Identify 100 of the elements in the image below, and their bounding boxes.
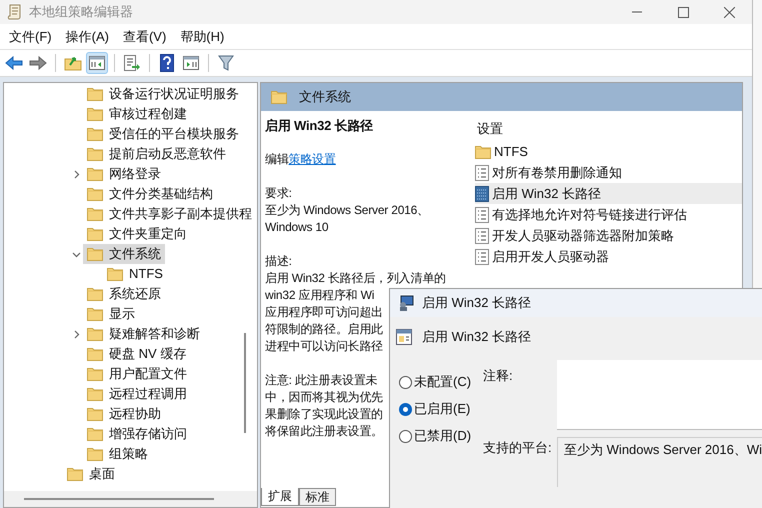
folder-icon	[87, 447, 103, 461]
description-text: 进程中可以访问长路径	[265, 338, 384, 355]
settings-item[interactable]: 开发人员驱动器筛选器附加策略	[475, 225, 742, 246]
tree-item[interactable]: 文件系统	[83, 244, 165, 264]
settings-item[interactable]: 对所有卷禁用删除通知	[475, 162, 742, 183]
folder-icon	[87, 167, 103, 181]
tree-item[interactable]: 远程过程调用	[83, 384, 191, 404]
tree-item-label: NTFS	[129, 265, 163, 284]
policy-settings-link[interactable]: 策略设置	[288, 151, 336, 168]
document-icon	[475, 164, 489, 180]
tree-item-label: 审核过程创建	[109, 105, 187, 124]
radio-option[interactable]: 已禁用(D)	[399, 426, 484, 446]
description-text: win32 应用程序和 Wi	[265, 287, 374, 304]
document-icon	[475, 248, 489, 264]
chevron-down-icon[interactable]	[72, 250, 80, 258]
tree-item[interactable]: 提前启动反恶意软件	[83, 144, 230, 164]
tree-item-label: 组策略	[109, 445, 148, 464]
tree-item[interactable]: 文件共享影子副本提供程	[83, 204, 256, 224]
folder-icon	[271, 90, 287, 104]
tree-item-label: 增强存储访问	[109, 425, 187, 444]
tree-item-label: 文件夹重定向	[109, 225, 187, 244]
settings-item[interactable]: 启用 Win32 长路径	[475, 183, 742, 204]
folder-icon	[87, 107, 103, 121]
requirements-label: 要求:	[265, 185, 292, 202]
folder-icon	[87, 87, 103, 101]
folder-icon	[87, 307, 103, 321]
settings-item-label: 有选择地允许对符号链接进行评估	[492, 206, 687, 224]
note-text: 果删除了实现此设置的	[265, 406, 384, 423]
scroll-icon	[7, 4, 21, 20]
tree-item[interactable]: 文件分类基础结构	[83, 184, 217, 204]
tree-item[interactable]: 设备运行状况证明服务	[83, 84, 243, 104]
folder-icon	[87, 207, 103, 221]
column-header: 设置	[476, 120, 504, 138]
description-text: 应用程序即可访问超出	[265, 304, 384, 321]
comment-field[interactable]	[557, 360, 762, 430]
window-title: 本地组策略编辑器	[29, 3, 133, 22]
menu-item[interactable]: 帮助(H)	[174, 26, 230, 46]
computer-user-icon	[398, 295, 414, 311]
tree-item[interactable]: 硬盘 NV 缓存	[83, 344, 190, 364]
radio-option[interactable]: 未配置(C)	[399, 372, 484, 392]
settings-item[interactable]: NTFS	[475, 141, 742, 162]
tree-item[interactable]: 审核过程创建	[83, 104, 191, 124]
tree-item-label: 设备运行状况证明服务	[109, 85, 239, 104]
tree-item[interactable]: 网络登录	[83, 164, 165, 184]
chevron-right-icon[interactable]	[72, 170, 80, 178]
tree-item[interactable]: 桌面	[63, 464, 119, 484]
settings-item[interactable]: 启用开发人员驱动器	[475, 246, 742, 267]
folder-icon	[87, 187, 103, 201]
folder-icon	[67, 467, 83, 481]
folder-icon	[87, 347, 103, 361]
view-tab[interactable]: 标准	[298, 488, 336, 506]
view-tab[interactable]: 扩展	[261, 488, 299, 506]
tree-item[interactable]: 组策略	[83, 444, 152, 464]
requirements-text: Windows 10	[265, 219, 328, 236]
folder-icon	[87, 327, 103, 341]
folder-icon	[87, 367, 103, 381]
radio-option[interactable]: 已启用(E)	[399, 399, 484, 419]
settings-item-label: 启用 Win32 长路径	[492, 184, 602, 203]
tree-item[interactable]: 文件夹重定向	[83, 224, 191, 244]
description-text: 启用 Win32 长路径后，列入清单的	[265, 270, 446, 287]
scrollbar-thumb[interactable]	[244, 333, 246, 433]
settings-item-label: 开发人员驱动器筛选器附加策略	[492, 226, 674, 245]
policy-setting-icon	[475, 186, 489, 202]
tree-item[interactable]: 远程协助	[83, 404, 165, 424]
tree-item-label: 桌面	[89, 465, 115, 484]
tree-item-label: 系统还原	[109, 285, 161, 304]
folder-icon	[87, 287, 103, 301]
chevron-right-icon[interactable]	[72, 330, 80, 338]
menu-item[interactable]: 操作(A)	[60, 26, 115, 46]
export-list-button[interactable]	[121, 52, 143, 74]
tree-item-label: 网络登录	[109, 165, 161, 184]
show-hide-tree-button[interactable]	[86, 52, 108, 74]
note-text: 将保留此注册表设置。	[265, 423, 384, 440]
settings-item-label: 启用开发人员驱动器	[492, 248, 609, 266]
dialog-heading: 启用 Win32 长路径	[422, 328, 532, 346]
folder-icon	[87, 147, 103, 161]
tree-item[interactable]: 系统还原	[83, 284, 165, 304]
menu-item[interactable]: 文件(F)	[3, 26, 58, 46]
tree-item-label: 文件分类基础结构	[109, 185, 213, 204]
description-text: 符限制的路径。启用此	[265, 321, 384, 338]
platform-label: 支持的平台:	[483, 439, 553, 457]
tree-item[interactable]: 疑难解答和诊断	[83, 324, 204, 344]
scrollbar-thumb[interactable]	[24, 498, 214, 500]
tree-item[interactable]: 受信任的平台模块服务	[83, 124, 243, 144]
settings-item[interactable]: 有选择地允许对符号链接进行评估	[475, 204, 742, 225]
tree-item[interactable]: 用户配置文件	[83, 364, 191, 384]
menu-item[interactable]: 查看(V)	[116, 26, 172, 46]
requirements-text: 至少为 Windows Server 2016、	[265, 202, 429, 219]
tree-item[interactable]: 显示	[83, 304, 139, 324]
settings-item-label: NTFS	[494, 142, 528, 161]
tree-item-label: 文件共享影子副本提供程	[109, 205, 252, 224]
document-icon	[475, 206, 489, 222]
folder-icon	[87, 227, 103, 241]
tree-item-label: 硬盘 NV 缓存	[109, 345, 186, 364]
tree-item[interactable]: 增强存储访问	[83, 424, 191, 444]
description-label: 描述:	[265, 253, 292, 270]
tree-item[interactable]: NTFS	[103, 264, 167, 284]
policy-title: 启用 Win32 长路径	[265, 117, 373, 134]
folder-icon	[107, 267, 123, 281]
edit-label: 编辑	[265, 151, 289, 168]
